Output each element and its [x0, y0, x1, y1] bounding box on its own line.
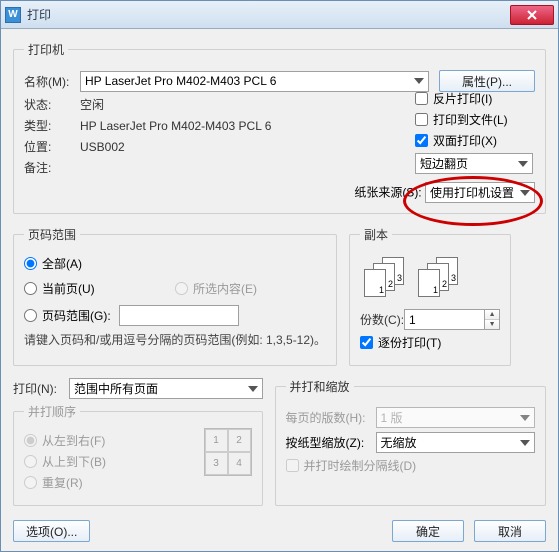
range-hint: 请键入页码和/或用逗号分隔的页码范围(例如: 1,3,5-12)。 [24, 332, 326, 349]
range-current-radio[interactable]: 当前页(U) [24, 280, 175, 297]
print-to-file-checkbox[interactable]: 打印到文件(L) [415, 111, 535, 128]
close-icon [526, 9, 538, 21]
titlebar: W 打印 [1, 1, 558, 29]
options-button[interactable]: 选项(O)... [13, 520, 90, 542]
printer-name-select[interactable]: HP LaserJet Pro M402-M403 PCL 6 [80, 71, 429, 92]
port-label: 位置: [24, 138, 80, 155]
page-range-group: 页码范围 全部(A) 当前页(U) 所选内容(E) 页码范围(G): 请键入页 [13, 226, 337, 366]
reverse-print-label: 反片打印(I) [433, 90, 492, 107]
order-preview: 1234 [204, 428, 252, 476]
draw-divider-checkbox: 并打时绘制分隔线(D) [286, 457, 536, 474]
app-icon: W [5, 7, 21, 23]
order-ltr-radio: 从左到右(F) [24, 432, 194, 449]
order-repeat-radio: 重复(R) [24, 474, 194, 491]
scale-to-paper-label: 按纸型缩放(Z): [286, 434, 376, 451]
order-ttb-radio: 从上到下(B) [24, 453, 194, 470]
status-value: 空闲 [80, 96, 104, 113]
close-button[interactable] [510, 5, 554, 25]
comment-label: 备注: [24, 159, 80, 176]
print-to-file-label: 打印到文件(L) [433, 111, 508, 128]
printer-group: 打印机 名称(M): HP LaserJet Pro M402-M403 PCL… [13, 41, 546, 214]
duplex-label: 双面打印(X) [433, 132, 497, 149]
printer-group-label: 打印机 [24, 41, 68, 58]
print-what-select[interactable]: 范围中所有页面 [69, 378, 263, 399]
collate-preview: 321 321 [364, 257, 500, 299]
port-value: USB002 [80, 140, 125, 154]
copies-label: 份数(C): [360, 311, 404, 328]
copies-group-label: 副本 [360, 226, 392, 243]
paper-source-select[interactable]: 使用打印机设置 [425, 182, 535, 203]
print-what-label: 打印(N): [13, 380, 69, 397]
order-group: 并打顺序 从左到右(F) 从上到下(B) 重复(R) 1234 [13, 403, 263, 506]
scale-to-paper-select[interactable]: 无缩放 [376, 432, 536, 453]
zoom-group: 并打和缩放 每页的版数(H): 1 版 按纸型缩放(Z): 无缩放 并打时绘制分… [275, 378, 547, 506]
window-title: 打印 [27, 6, 510, 23]
range-pages-radio[interactable]: 页码范围(G): [24, 305, 326, 326]
copies-up[interactable]: ▲ [485, 310, 499, 320]
reverse-print-checkbox[interactable]: 反片打印(I) [415, 90, 535, 107]
range-all-radio[interactable]: 全部(A) [24, 255, 326, 272]
copies-input[interactable] [404, 309, 484, 330]
type-label: 类型: [24, 117, 80, 134]
duplex-mode-select[interactable]: 短边翻页 [415, 153, 533, 174]
type-value: HP LaserJet Pro M402-M403 PCL 6 [80, 119, 271, 133]
pages-per-sheet-label: 每页的版数(H): [286, 409, 376, 426]
range-pages-input[interactable] [119, 305, 239, 326]
copies-down[interactable]: ▼ [485, 320, 499, 329]
duplex-checkbox[interactable]: 双面打印(X) [415, 132, 535, 149]
copies-group: 副本 321 321 份数(C): ▲▼ 逐份打印(T) [349, 226, 511, 366]
cancel-button[interactable]: 取消 [474, 520, 546, 542]
status-label: 状态: [24, 96, 80, 113]
paper-source-label: 纸张来源(S): [354, 186, 421, 200]
pages-per-sheet-select: 1 版 [376, 407, 536, 428]
ok-button[interactable]: 确定 [392, 520, 464, 542]
zoom-group-label: 并打和缩放 [286, 378, 354, 395]
order-group-label: 并打顺序 [24, 403, 80, 420]
page-range-group-label: 页码范围 [24, 226, 80, 243]
range-selection-radio: 所选内容(E) [175, 280, 326, 297]
name-label: 名称(M): [24, 73, 80, 90]
collate-checkbox[interactable]: 逐份打印(T) [360, 334, 500, 351]
